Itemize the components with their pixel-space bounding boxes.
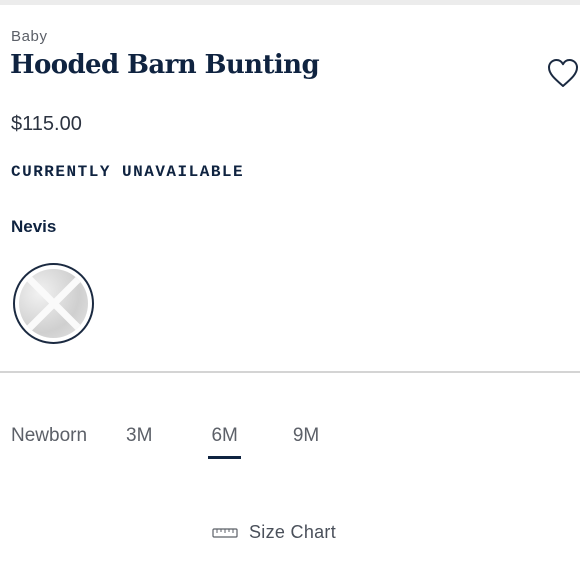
ruler-icon	[212, 527, 238, 538]
section-divider	[0, 371, 580, 373]
size-option-6m[interactable]: 6M	[208, 425, 242, 459]
product-title: Hooded Barn Bunting	[10, 50, 320, 80]
product-detail-panel: Baby Hooded Barn Bunting $115.00 CURRENT…	[0, 0, 580, 580]
size-chart-label: Size Chart	[249, 522, 337, 542]
product-category: Baby	[11, 28, 48, 45]
size-option-newborn[interactable]: Newborn	[11, 425, 87, 459]
size-selector: Newborn 3M 6M 9M	[11, 425, 319, 459]
size-chart-link[interactable]: Size Chart	[212, 522, 336, 543]
size-option-9m[interactable]: 9M	[293, 425, 319, 459]
swatch-unavailable-cross	[19, 269, 88, 338]
selected-color-label: Nevis	[11, 217, 57, 236]
size-option-3m[interactable]: 3M	[126, 425, 152, 459]
availability-status: CURRENTLY UNAVAILABLE	[11, 163, 245, 181]
top-strip	[0, 0, 580, 5]
favorite-button[interactable]	[546, 56, 580, 90]
heart-outline-icon	[548, 59, 578, 87]
color-swatch-nevis[interactable]	[13, 263, 94, 344]
product-price: $115.00	[11, 113, 82, 135]
